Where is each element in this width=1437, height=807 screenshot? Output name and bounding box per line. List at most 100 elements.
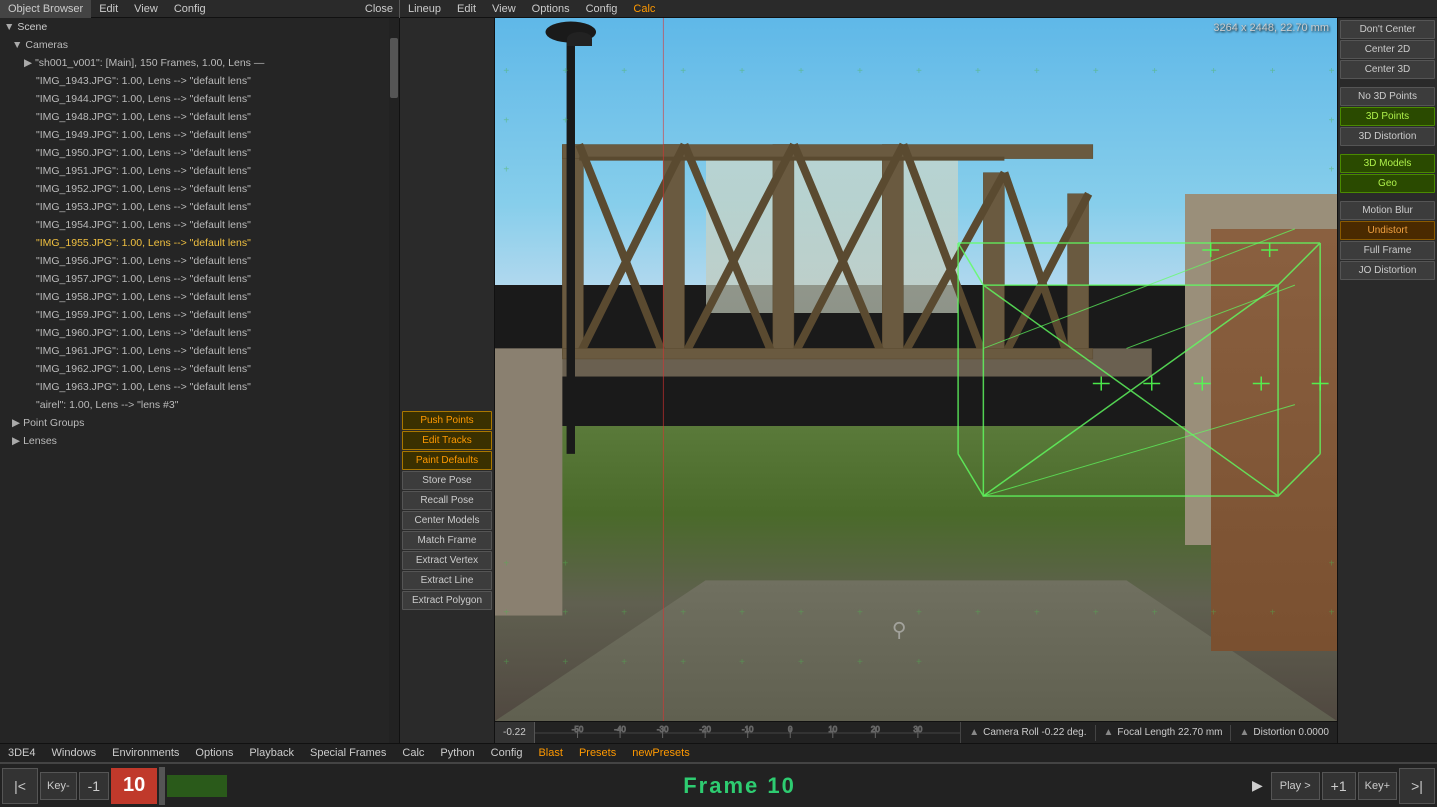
menu-view-right[interactable]: View xyxy=(484,0,524,18)
svg-text:+: + xyxy=(503,657,509,668)
bottom-menubar: 3DE4 Windows Environments Options Playba… xyxy=(0,743,1437,763)
go-start-button[interactable]: |< xyxy=(2,768,38,804)
center-3d-button[interactable]: Center 3D xyxy=(1340,60,1435,79)
menu-options[interactable]: Options xyxy=(524,0,578,18)
svg-text:+: + xyxy=(975,608,981,619)
tree-img-16[interactable]: "IMG_1962.JPG": 1.00, Lens --> "default … xyxy=(0,360,389,378)
paint-defaults-button[interactable]: Paint Defaults xyxy=(402,451,492,470)
menu-windows[interactable]: Windows xyxy=(44,743,105,763)
step-minus-button[interactable]: -1 xyxy=(79,772,109,800)
menu-presets[interactable]: Presets xyxy=(571,743,624,763)
3d-models-button[interactable]: 3D Models xyxy=(1340,154,1435,173)
extract-polygon-button[interactable]: Extract Polygon xyxy=(402,591,492,610)
edit-tracks-button[interactable]: Edit Tracks xyxy=(402,431,492,450)
geo-button[interactable]: Geo xyxy=(1340,174,1435,193)
extract-vertex-button[interactable]: Extract Vertex xyxy=(402,551,492,570)
svg-text:+: + xyxy=(503,608,509,619)
step-plus-button[interactable]: +1 xyxy=(1322,772,1356,800)
close-button[interactable]: Close xyxy=(359,3,399,15)
menu-environments[interactable]: Environments xyxy=(104,743,187,763)
menu-edit-left[interactable]: Edit xyxy=(91,0,126,18)
tree-img-6[interactable]: "IMG_1952.JPG": 1.00, Lens --> "default … xyxy=(0,180,389,198)
motion-blur-button[interactable]: Motion Blur xyxy=(1340,201,1435,220)
menu-new-presets[interactable]: newPresets xyxy=(624,743,697,763)
tree-camera-main[interactable]: ▶"sh001_v001": [Main], 150 Frames, 1.00,… xyxy=(0,54,389,72)
match-frame-button[interactable]: Match Frame xyxy=(402,531,492,550)
svg-text:⚲: ⚲ xyxy=(892,620,907,642)
tree-img-15[interactable]: "IMG_1961.JPG": 1.00, Lens --> "default … xyxy=(0,342,389,360)
tree-img-17[interactable]: "IMG_1963.JPG": 1.00, Lens --> "default … xyxy=(0,378,389,396)
play-button[interactable]: Play > xyxy=(1271,772,1320,800)
menu-blast[interactable]: Blast xyxy=(530,743,570,763)
svg-text:+: + xyxy=(562,115,568,126)
tree-img-2[interactable]: "IMG_1948.JPG": 1.00, Lens --> "default … xyxy=(0,108,389,126)
menu-options-bottom[interactable]: Options xyxy=(187,743,241,763)
svg-text:-10: -10 xyxy=(742,725,754,734)
tree-arrow-scene: ▼ xyxy=(4,21,14,33)
tree-img-13[interactable]: "IMG_1959.JPG": 1.00, Lens --> "default … xyxy=(0,306,389,324)
key-plus-button[interactable]: Key+ xyxy=(1358,772,1397,800)
tree-airel[interactable]: "airel": 1.00, Lens --> "lens #3" xyxy=(0,396,389,414)
tree-lenses[interactable]: ▶Lenses xyxy=(0,432,389,450)
svg-text:+: + xyxy=(680,657,686,668)
tree-cameras[interactable]: ▼Cameras xyxy=(0,36,389,54)
svg-text:0: 0 xyxy=(788,725,793,734)
play-controls: Play > +1 Key+ >| xyxy=(1271,768,1435,804)
svg-text:+: + xyxy=(1093,608,1099,619)
tree-img-9[interactable]: "IMG_1955.JPG": 1.00, Lens --> "default … xyxy=(0,234,389,252)
menu-lineup[interactable]: Lineup xyxy=(400,0,449,18)
undistort-button[interactable]: Undistort xyxy=(1340,221,1435,240)
camera-roll-info: ▲Camera Roll -0.22 deg. xyxy=(960,722,1094,743)
tree-scene[interactable]: ▼Scene xyxy=(0,18,389,36)
menu-config-left[interactable]: Config xyxy=(166,0,214,18)
key-minus-button[interactable]: Key- xyxy=(40,772,77,800)
3d-distortion-button[interactable]: 3D Distortion xyxy=(1340,127,1435,146)
menu-config-bottom[interactable]: Config xyxy=(483,743,531,763)
svg-text:+: + xyxy=(562,66,568,77)
menu-edit-right[interactable]: Edit xyxy=(449,0,484,18)
svg-text:+: + xyxy=(1329,608,1335,619)
left-panel-scrollbar[interactable] xyxy=(389,18,399,743)
dont-center-button[interactable]: Don't Center xyxy=(1340,20,1435,39)
menu-config-right[interactable]: Config xyxy=(578,0,626,18)
right-panel: Don't Center Center 2D Center 3D No 3D P… xyxy=(1337,18,1437,743)
tree-img-1[interactable]: "IMG_1944.JPG": 1.00, Lens --> "default … xyxy=(0,90,389,108)
tree-img-7[interactable]: "IMG_1953.JPG": 1.00, Lens --> "default … xyxy=(0,198,389,216)
push-points-button[interactable]: Push Points xyxy=(402,411,492,430)
svg-text:+: + xyxy=(916,608,922,619)
tree-img-4[interactable]: "IMG_1950.JPG": 1.00, Lens --> "default … xyxy=(0,144,389,162)
tree-point-groups[interactable]: ▶Point Groups xyxy=(0,414,389,432)
no-3d-points-button[interactable]: No 3D Points xyxy=(1340,87,1435,106)
svg-text:+: + xyxy=(1211,608,1217,619)
timeline-green-region[interactable] xyxy=(167,775,227,797)
extract-line-button[interactable]: Extract Line xyxy=(402,571,492,590)
full-frame-button[interactable]: Full Frame xyxy=(1340,241,1435,260)
3d-points-button[interactable]: 3D Points xyxy=(1340,107,1435,126)
store-pose-button[interactable]: Store Pose xyxy=(402,471,492,490)
tree-img-10[interactable]: "IMG_1956.JPG": 1.00, Lens --> "default … xyxy=(0,252,389,270)
center-models-button[interactable]: Center Models xyxy=(402,511,492,530)
menu-object-browser[interactable]: Object Browser xyxy=(0,0,91,18)
tree-img-8[interactable]: "IMG_1954.JPG": 1.00, Lens --> "default … xyxy=(0,216,389,234)
menu-playback[interactable]: Playback xyxy=(241,743,302,763)
go-end-button[interactable]: >| xyxy=(1399,768,1435,804)
frame-label: Frame 10 xyxy=(227,773,1252,799)
recall-pose-button[interactable]: Recall Pose xyxy=(402,491,492,510)
svg-text:+: + xyxy=(857,608,863,619)
timeline-separator xyxy=(159,767,165,805)
menu-special-frames[interactable]: Special Frames xyxy=(302,743,394,763)
menu-calc[interactable]: Calc xyxy=(625,0,663,18)
tree-img-5[interactable]: "IMG_1951.JPG": 1.00, Lens --> "default … xyxy=(0,162,389,180)
menu-python[interactable]: Python xyxy=(432,743,482,763)
menu-view-left[interactable]: View xyxy=(126,0,166,18)
tree-img-0[interactable]: "IMG_1943.JPG": 1.00, Lens --> "default … xyxy=(0,72,389,90)
tree-img-14[interactable]: "IMG_1960.JPG": 1.00, Lens --> "default … xyxy=(0,324,389,342)
tree-img-12[interactable]: "IMG_1958.JPG": 1.00, Lens --> "default … xyxy=(0,288,389,306)
jo-distortion-button[interactable]: JO Distortion xyxy=(1340,261,1435,280)
center-2d-button[interactable]: Center 2D xyxy=(1340,40,1435,59)
tree-img-3[interactable]: "IMG_1949.JPG": 1.00, Lens --> "default … xyxy=(0,126,389,144)
menu-3de4[interactable]: 3DE4 xyxy=(0,743,44,763)
tree-img-11[interactable]: "IMG_1957.JPG": 1.00, Lens --> "default … xyxy=(0,270,389,288)
scrollbar-thumb[interactable] xyxy=(390,38,398,98)
menu-calc-bottom[interactable]: Calc xyxy=(394,743,432,763)
